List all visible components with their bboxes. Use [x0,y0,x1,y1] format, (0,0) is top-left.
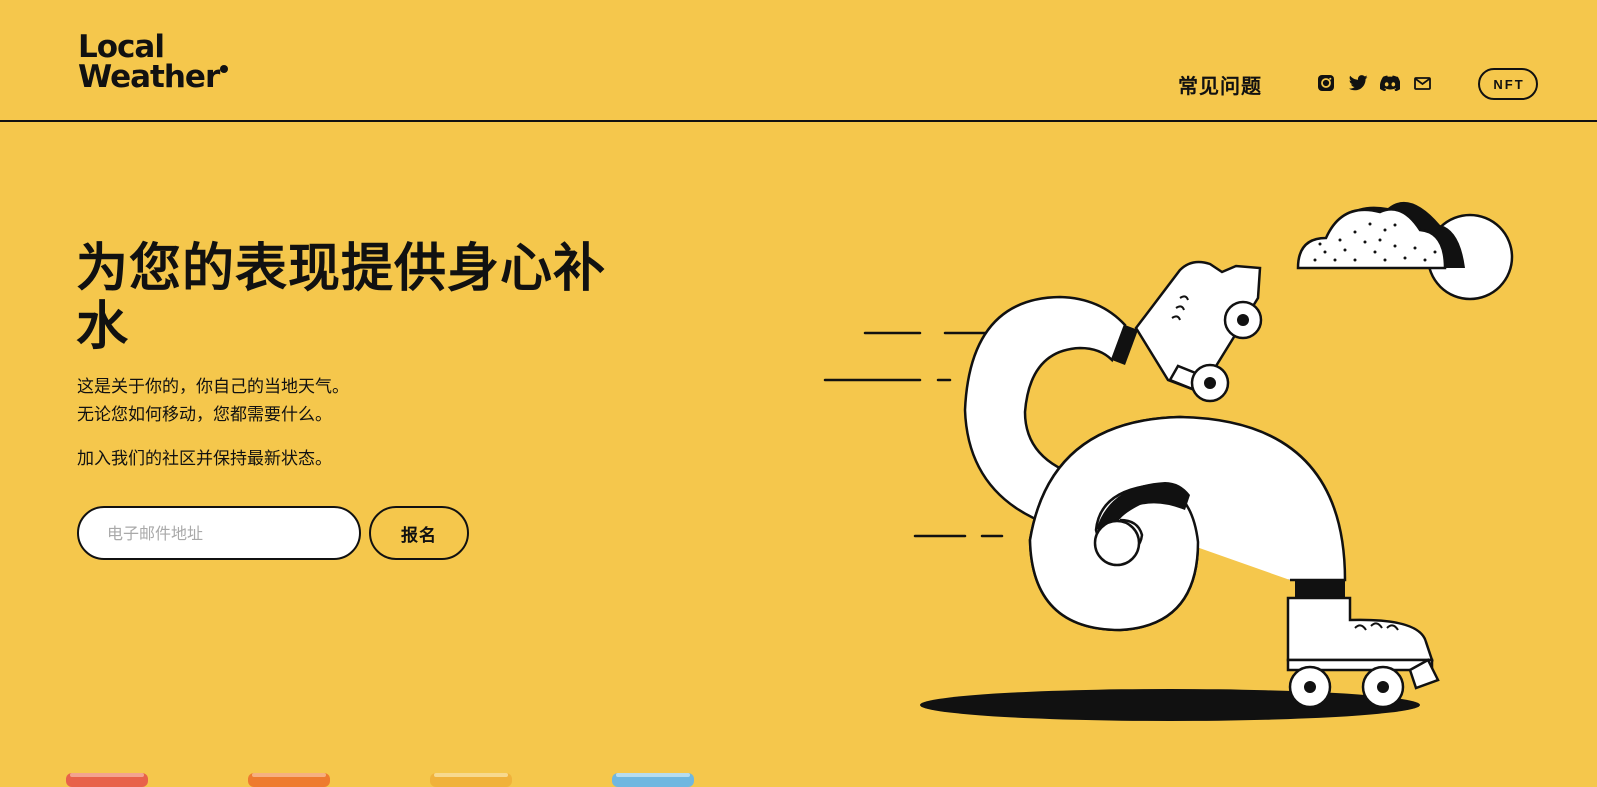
logo-line-2: Weather [78,59,229,95]
instagram-icon[interactable] [1316,73,1336,93]
discord-icon[interactable] [1380,73,1400,93]
ground-shadow [920,689,1420,721]
cloud-icon [1296,201,1514,301]
social-links [1316,73,1432,93]
twitter-icon[interactable] [1348,73,1368,93]
hero-title: 为您的表现提供身心补水 [76,239,607,357]
signup-button[interactable]: 报名 [369,506,469,560]
site-header: Local Weather 常见问题 NFT [0,0,1597,122]
can-yellow-icon [430,773,512,787]
landing-page: Local Weather 常见问题 NFT 为您的表现提供身心补水 这是关于你… [0,0,1597,787]
can-red-icon [66,773,148,787]
hero-text-line-2: 无论您如何移动，您都需要什么。 [77,405,332,425]
can-blue-icon [612,773,694,787]
brand-logo[interactable]: Local Weather [78,29,229,95]
mail-icon[interactable] [1412,73,1432,93]
logo-line-2-text: Weather [78,59,220,95]
can-orange-icon [248,773,330,787]
signup-form: 报名 [77,506,469,560]
hero-text-line-1: 这是关于你的，你自己的当地天气。 [77,377,349,397]
email-field[interactable] [77,506,361,560]
upper-skate-icon [1134,260,1263,403]
hero-text-line-3: 加入我们的社区并保持最新状态。 [77,449,332,469]
product-cans-preview [66,773,694,787]
roller-skate-legs-illustration [823,201,1514,721]
logo-line-1: Local [78,29,165,65]
nft-button[interactable]: NFT [1478,68,1538,100]
nav-faq-link[interactable]: 常见问题 [1178,70,1262,99]
logo-dot [220,65,229,73]
lower-skate-icon [1286,596,1440,709]
